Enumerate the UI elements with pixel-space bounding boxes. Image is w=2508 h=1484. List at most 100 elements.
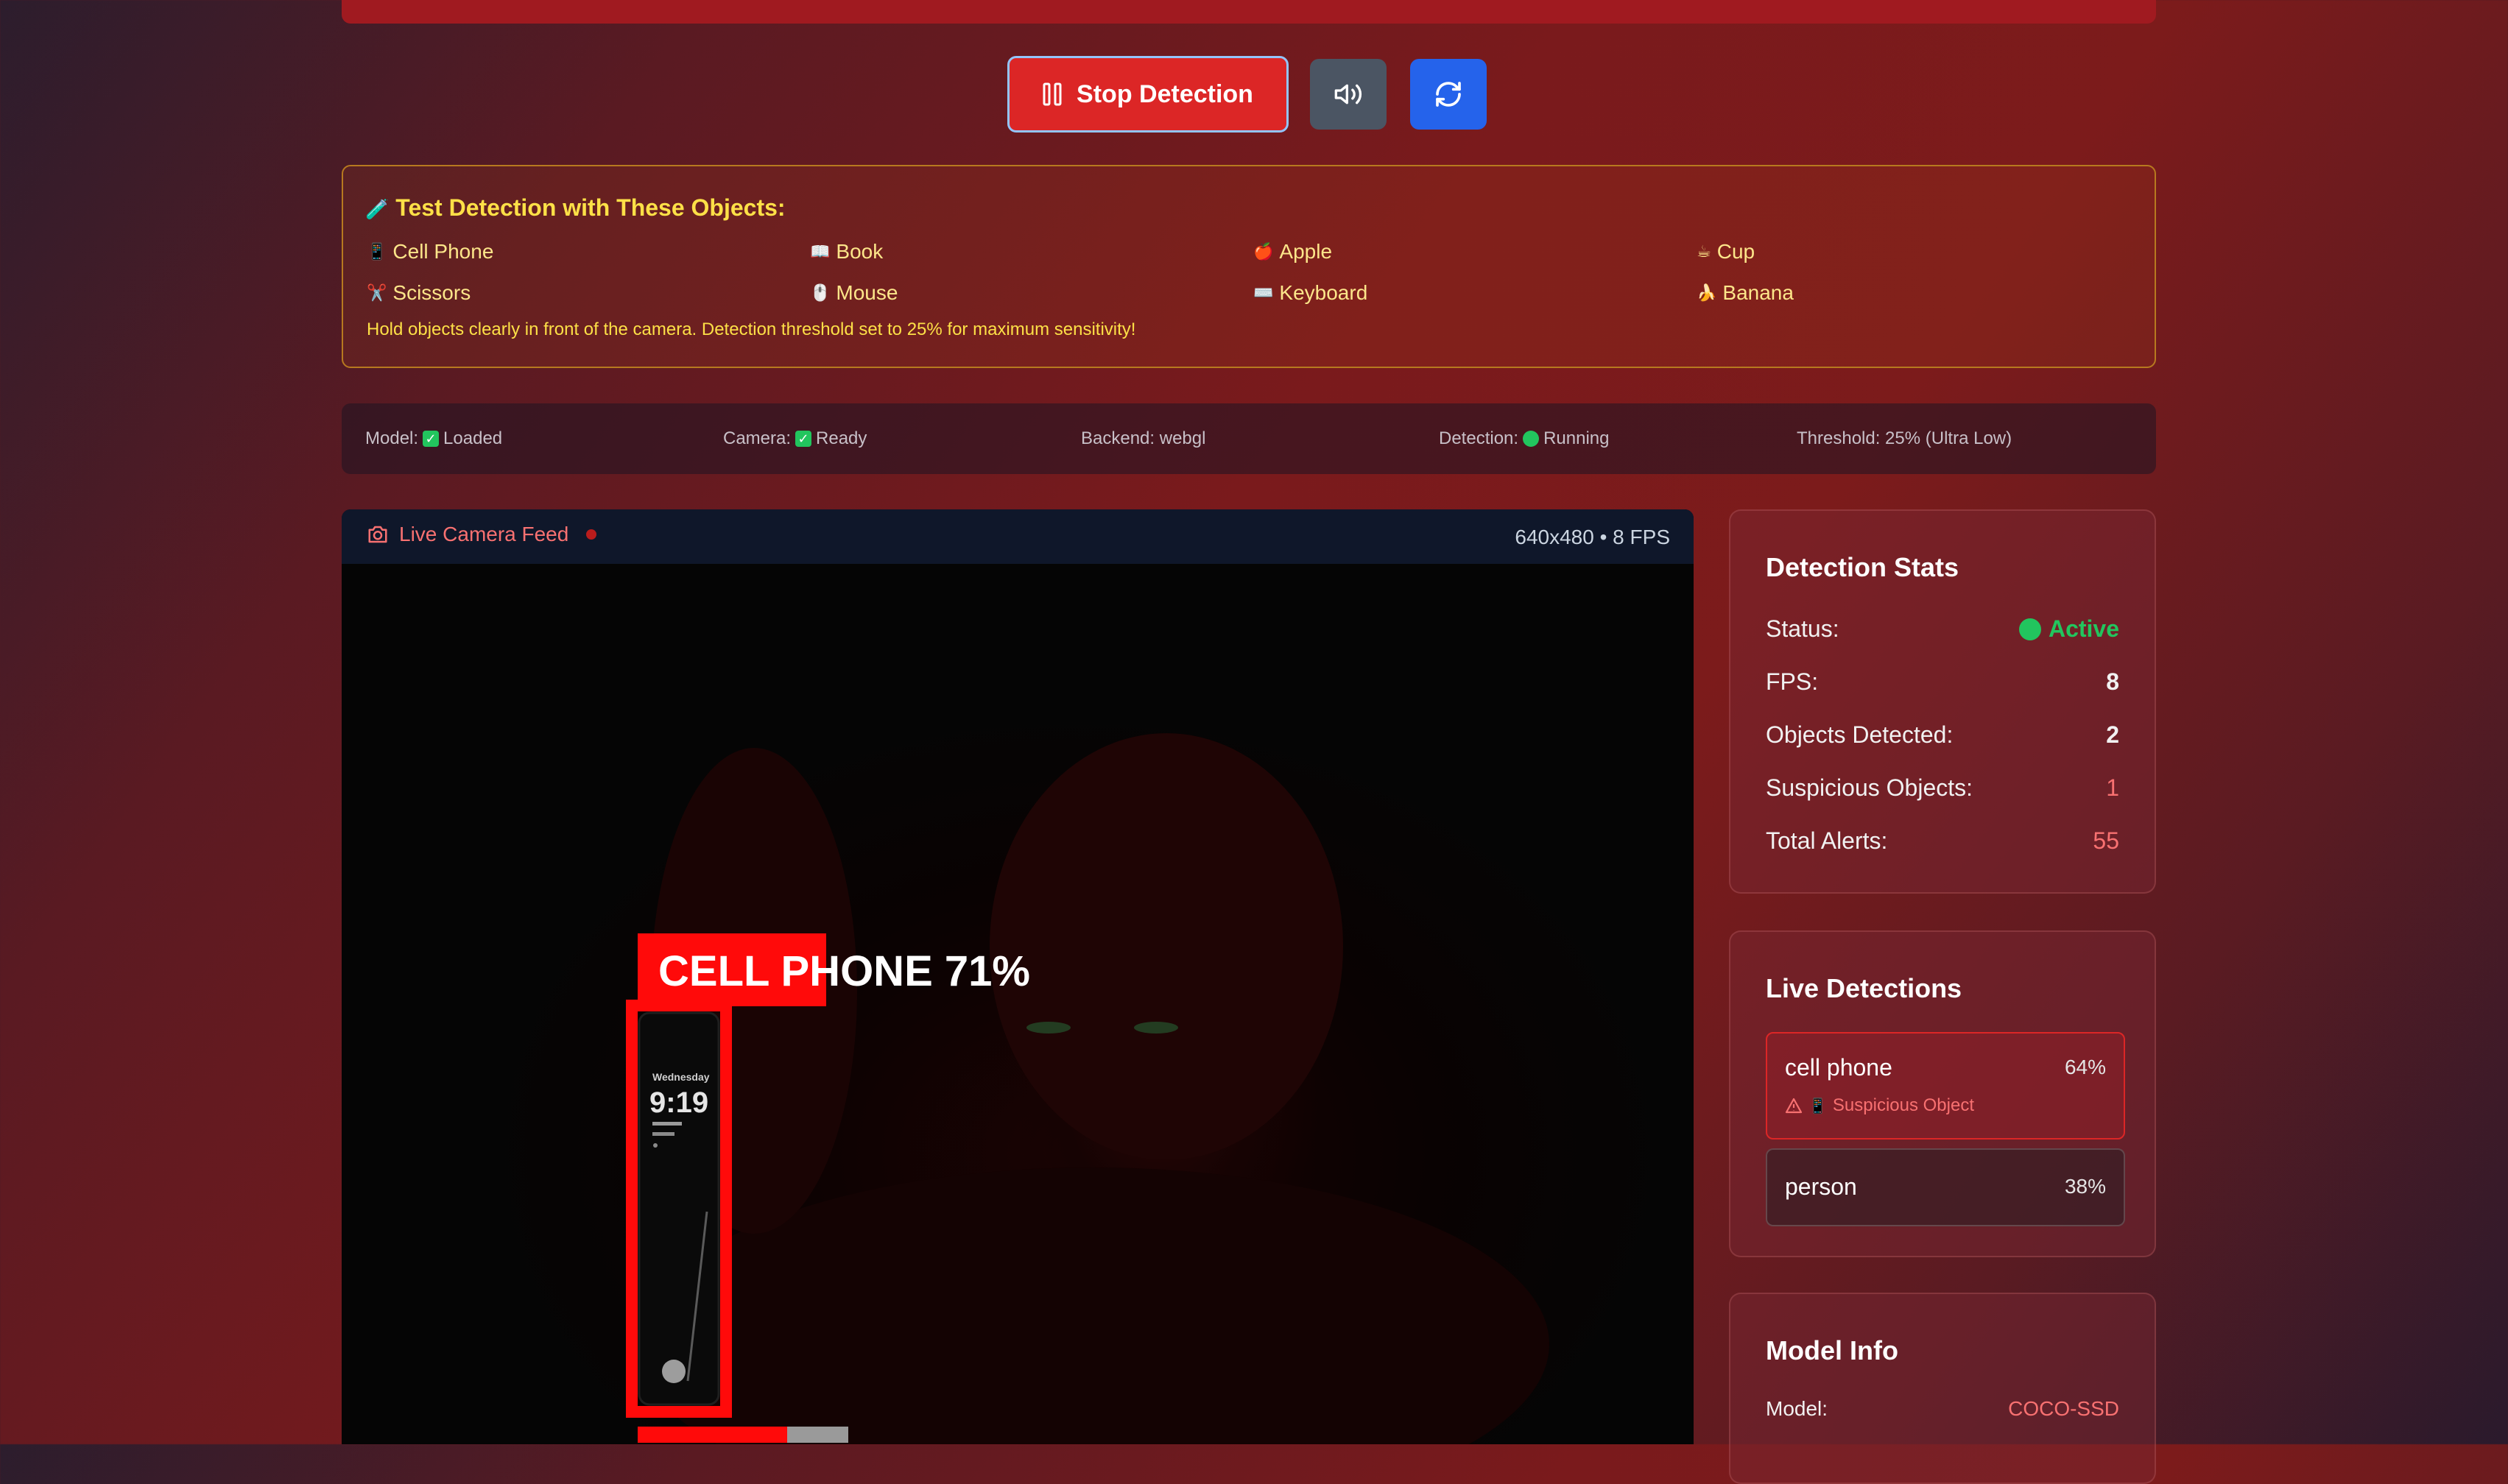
model-status-value: Loaded [443, 428, 503, 448]
sound-toggle-button[interactable] [1310, 59, 1387, 130]
model-info-title: Model Info [1766, 1335, 1898, 1365]
stat-suspicious-objects: Suspicious Objects: 1 [1766, 774, 2119, 802]
camera-status-value: Ready [816, 428, 867, 448]
phone-lock-time: 9:19 [649, 1086, 708, 1119]
test-object-mouse: 🖱️ Mouse [810, 281, 898, 305]
live-camera-panel: Live Camera Feed 640x480 • 8 FPS CELL PH… [342, 509, 1694, 1444]
stat-fps: FPS: 8 [1766, 668, 2119, 696]
test-objects-note: Hold objects clearly in front of the cam… [367, 319, 1136, 339]
scissors-icon: ✂️ [367, 283, 387, 302]
test-object-cup: ☕ Cup [1697, 240, 1755, 264]
camera-title-text: Live Camera Feed [399, 523, 569, 545]
test-object-scissors: ✂️ Scissors [367, 281, 471, 305]
camera-title: Live Camera Feed [367, 523, 597, 546]
phone-lock-day: Wednesday [652, 1071, 710, 1083]
refresh-button[interactable] [1410, 59, 1487, 130]
stat-status-label: Status: [1766, 615, 1839, 642]
check-icon: ✓ [795, 431, 812, 447]
warning-icon [1785, 1098, 1803, 1114]
eye-glint-right [1134, 1022, 1178, 1034]
pause-icon [1043, 82, 1062, 106]
test-object-label: Cell Phone [392, 240, 494, 263]
test-object-apple: 🍎 Apple [1253, 240, 1332, 264]
green-dot-icon [1523, 431, 1540, 447]
camera-video-feed: CELL PHONE 71% Wednesday 9:19 [342, 564, 1694, 1444]
phone-widget-dot [653, 1143, 658, 1148]
threshold-status-text: Threshold: 25% (Ultra Low) [1797, 428, 2012, 448]
stat-status: Status: Active [1766, 615, 2119, 643]
test-object-banana: 🍌 Banana [1697, 281, 1794, 305]
stat-alerts-value: 55 [2093, 827, 2119, 854]
confidence-bar-fill [638, 1427, 787, 1443]
keyboard-icon: ⌨️ [1253, 283, 1274, 302]
test-object-label: Book [836, 240, 884, 263]
book-icon: 📖 [810, 242, 831, 261]
stat-status-value-wrap: Active [2018, 615, 2119, 643]
test-tube-icon: 🧪 [365, 198, 390, 220]
camera-status-label: Camera: [723, 428, 792, 448]
model-info-model: Model: COCO-SSD [1766, 1397, 2119, 1421]
camera-icon [368, 526, 387, 543]
threshold-status: Threshold: 25% (Ultra Low) [1797, 428, 2012, 449]
stop-detection-label: Stop Detection [1077, 80, 1253, 108]
camera-status: Camera: ✓ Ready [723, 428, 867, 449]
detection-status-label: Detection: [1439, 428, 1519, 448]
detection-stats-panel: Detection Stats Status: Active FPS: 8 Ob… [1729, 509, 2156, 894]
stat-objects-label: Objects Detected: [1766, 721, 1954, 748]
test-object-label: Scissors [392, 281, 471, 304]
stat-suspicious-value: 1 [2106, 774, 2119, 801]
detection-item-confidence: 64% [2064, 1056, 2106, 1078]
phone-widget-line [652, 1132, 674, 1136]
test-objects-title: Test Detection with These Objects: [395, 194, 786, 221]
mouse-icon: 🖱️ [810, 283, 831, 302]
stat-alerts-label: Total Alerts: [1766, 827, 1888, 854]
suspicious-warning: 📱 Suspicious Object [1785, 1095, 1974, 1116]
eye-glint-left [1026, 1022, 1071, 1034]
test-object-label: Banana [1722, 281, 1794, 304]
stat-fps-value: 8 [2106, 668, 2119, 695]
test-objects-panel: 🧪 Test Detection with These Objects: 📱 Ce… [342, 165, 2156, 368]
test-object-label: Mouse [836, 281, 898, 304]
test-object-cell-phone: 📱 Cell Phone [367, 240, 493, 264]
detection-item-confidence: 38% [2064, 1175, 2106, 1198]
phone-home-button [662, 1360, 686, 1383]
test-objects-heading: 🧪 Test Detection with These Objects: [365, 194, 786, 222]
detection-stats-title: Detection Stats [1766, 552, 1959, 582]
stop-detection-button[interactable]: Stop Detection [1007, 56, 1289, 132]
person-silhouette [990, 733, 1343, 1160]
cup-icon: ☕ [1697, 242, 1711, 261]
model-info-value: COCO-SSD [2008, 1397, 2119, 1420]
stat-suspicious-label: Suspicious Objects: [1766, 774, 1973, 801]
detection-item-person[interactable]: person 38% [1766, 1148, 2125, 1226]
camera-header: Live Camera Feed 640x480 • 8 FPS [342, 509, 1694, 564]
test-object-book: 📖 Book [810, 240, 883, 264]
detection-status: Detection: Running [1439, 428, 1609, 449]
detection-item-cell-phone[interactable]: cell phone 64% 📱 Suspicious Object [1766, 1032, 2125, 1140]
backend-status: Backend: webgl [1081, 428, 1205, 449]
model-info-label: Model: [1766, 1397, 1828, 1420]
test-object-label: Cup [1716, 240, 1755, 263]
apple-icon: 🍎 [1253, 242, 1274, 261]
recording-dot-icon [586, 529, 597, 540]
detection-item-name: person [1785, 1173, 1857, 1200]
camera-resolution-fps: 640x480 • 8 FPS [1515, 526, 1670, 548]
model-status: Model: ✓ Loaded [365, 428, 502, 449]
stat-status-value: Active [2048, 615, 2119, 642]
phone-icon: 📱 [1808, 1098, 1827, 1114]
live-detections-title: Live Detections [1766, 973, 1962, 1003]
top-banner [342, 0, 2156, 24]
speaker-icon [1334, 84, 1362, 105]
detection-status-value: Running [1543, 428, 1610, 448]
stat-objects-value: 2 [2106, 721, 2119, 748]
camera-frame: CELL PHONE 71% Wednesday 9:19 [626, 733, 1549, 1444]
test-object-label: Keyboard [1279, 281, 1368, 304]
green-dot-icon [2018, 618, 2041, 640]
stat-fps-label: FPS: [1766, 668, 1819, 695]
test-object-keyboard: ⌨️ Keyboard [1253, 281, 1367, 305]
detection-item-name: cell phone [1785, 1054, 1892, 1081]
system-status-bar: Model: ✓ Loaded Camera: ✓ Ready Backend:… [342, 403, 2156, 474]
model-info-panel: Model Info Model: COCO-SSD [1729, 1293, 2156, 1484]
check-icon: ✓ [423, 431, 440, 447]
stat-objects-detected: Objects Detected: 2 [1766, 721, 2119, 749]
banana-icon: 🍌 [1697, 283, 1717, 302]
